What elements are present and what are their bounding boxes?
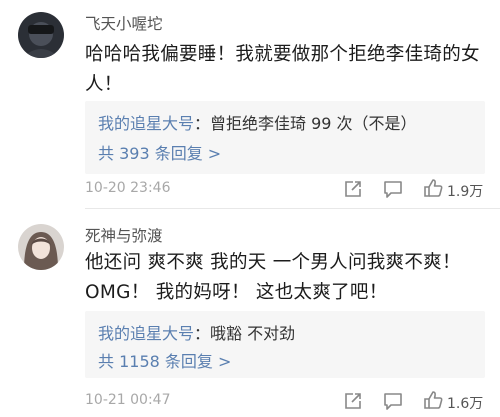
avatar[interactable] <box>18 224 64 270</box>
reply-preview[interactable]: 我的追星大号：哦豁 不对劲 共 1158 条回复 > <box>85 311 485 378</box>
share-icon[interactable] <box>342 390 364 412</box>
reply-text: ：哦豁 不对劲 <box>194 324 296 343</box>
comment-text-line: OMG！ 我的妈呀！ 这也太爽了吧！ <box>85 282 388 303</box>
username[interactable]: 死神与弥渡 <box>85 224 163 246</box>
comment-icon[interactable] <box>382 178 404 200</box>
divider <box>85 208 500 209</box>
reply-preview[interactable]: 我的追星大号：曾拒绝李佳琦 99 次（不是） 共 393 条回复 > <box>85 101 485 174</box>
comment-item: 死神与弥渡 他还问 爽不爽 我的天 一个男人问我爽不爽！ OMG！ 我的妈呀！ … <box>0 210 500 417</box>
thumbs-up-icon[interactable] <box>422 177 444 199</box>
comment-text-line: 他还问 爽不爽 我的天 一个男人问我爽不爽！ <box>85 252 461 273</box>
reply-text: ：曾拒绝李佳琦 99 次（不是） <box>194 114 417 133</box>
timestamp: 10-21 00:47 <box>85 392 171 408</box>
username[interactable]: 飞天小喔坨 <box>85 12 163 34</box>
share-icon[interactable] <box>342 178 364 200</box>
avatar[interactable] <box>18 12 64 58</box>
comment-meta: 10-21 00:47 1.6万 <box>85 390 500 414</box>
comment-text: 他还问 爽不爽 我的天 一个男人问我爽不爽！ OMG！ 我的妈呀！ 这也太爽了吧… <box>85 248 485 308</box>
comment-text: 哈哈哈我偏要睡！我就要做那个拒绝李佳琦的女人！ <box>85 44 480 95</box>
reply-line: 我的追星大号：哦豁 不对劲 <box>98 323 471 345</box>
reply-count-link[interactable]: 共 1158 条回复 > <box>98 351 471 373</box>
reply-count-link[interactable]: 共 393 条回复 > <box>98 143 471 165</box>
comment-meta: 10-20 23:46 1.9万 <box>85 178 500 202</box>
comment-icon[interactable] <box>382 390 404 412</box>
thumbs-up-icon[interactable] <box>422 389 444 411</box>
timestamp: 10-20 23:46 <box>85 180 171 196</box>
comment-item: 飞天小喔坨 哈哈哈我偏要睡！我就要做那个拒绝李佳琦的女人！ 我的追星大号：曾拒绝… <box>0 0 500 209</box>
like-count: 1.9万 <box>447 184 484 200</box>
reply-author[interactable]: 我的追星大号 <box>98 324 194 343</box>
like-count: 1.6万 <box>447 396 484 412</box>
reply-author[interactable]: 我的追星大号 <box>98 114 194 133</box>
reply-line: 我的追星大号：曾拒绝李佳琦 99 次（不是） <box>98 113 471 135</box>
